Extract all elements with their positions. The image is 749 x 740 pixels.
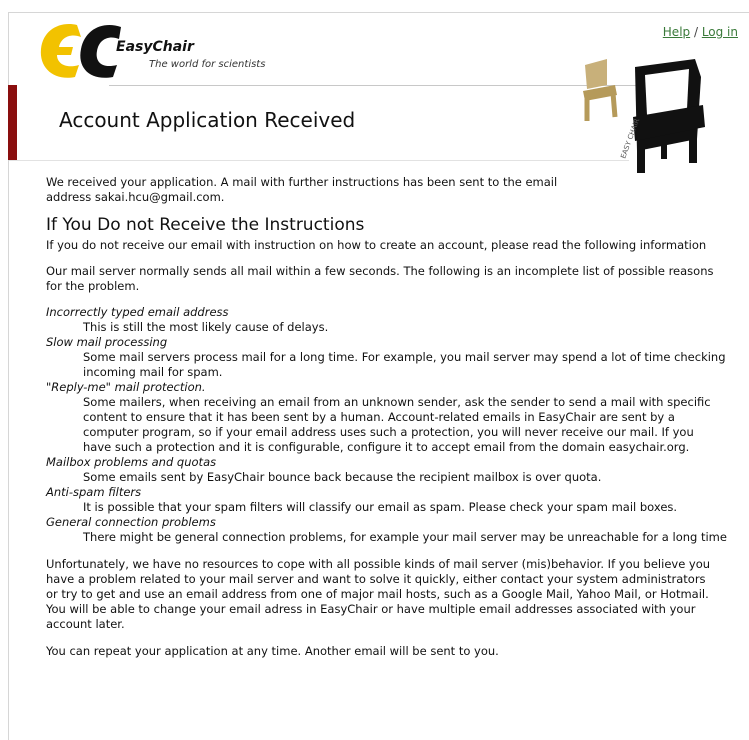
intro-line: We received your application. A mail wit… bbox=[46, 175, 558, 189]
reason-description: content to ensure that it has been sent … bbox=[83, 410, 675, 424]
paragraph-line: You will be able to change your email ad… bbox=[46, 602, 696, 616]
server-line: Our mail server normally sends all mail … bbox=[46, 264, 714, 278]
top-links: Help / Log in bbox=[663, 25, 738, 39]
reason-term: General connection problems bbox=[46, 515, 216, 529]
reason-description: incoming mail for spam. bbox=[83, 365, 223, 379]
large-chair-icon bbox=[633, 59, 705, 173]
reason-term: "Reply-me" mail protection. bbox=[46, 380, 206, 394]
section-heading: If You Do not Receive the Instructions bbox=[46, 215, 365, 235]
reason-description: It is possible that your spam filters wi… bbox=[83, 500, 678, 514]
reasons-list: Incorrectly typed email address This is … bbox=[46, 305, 749, 545]
reason-description: There might be general connection proble… bbox=[83, 530, 727, 544]
intro-line: address sakai.hcu@gmail.com. bbox=[46, 190, 225, 204]
reason-term: Slow mail processing bbox=[46, 335, 168, 349]
logo-black-c bbox=[80, 25, 121, 78]
main-content: We received your application. A mail wit… bbox=[46, 175, 749, 659]
title-accent-bar bbox=[8, 85, 17, 160]
link-separator: / bbox=[690, 25, 702, 39]
reason-description: This is still the most likely cause of d… bbox=[83, 320, 329, 334]
unfortunately-paragraph: Unfortunately, we have no resources to c… bbox=[46, 557, 749, 632]
section-intro: If you do not receive our email with ins… bbox=[46, 238, 707, 252]
reason-description: Some mail servers process mail for a lon… bbox=[83, 350, 726, 364]
paragraph-line: account later. bbox=[46, 617, 125, 631]
reason-description: have such a protection and it is configu… bbox=[83, 440, 690, 454]
paragraph-line: Unfortunately, we have no resources to c… bbox=[46, 557, 711, 571]
brand-tagline: The world for scientists bbox=[149, 59, 266, 70]
reason-term: Anti-spam filters bbox=[46, 485, 142, 499]
page-frame: EasyChair The world for scientists Help … bbox=[8, 12, 749, 740]
reason-term: Incorrectly typed email address bbox=[46, 305, 229, 319]
paragraph-line: or try to get and use an email address f… bbox=[46, 587, 709, 601]
small-chair-icon bbox=[583, 59, 618, 121]
logo-yellow-e bbox=[40, 24, 81, 78]
login-link[interactable]: Log in bbox=[702, 25, 738, 39]
title-band: Account Application Received bbox=[8, 85, 629, 161]
reason-term: Mailbox problems and quotas bbox=[46, 455, 217, 469]
reason-description: computer program, so if your email addre… bbox=[83, 425, 694, 439]
brand-name: EasyChair bbox=[116, 39, 194, 55]
help-link[interactable]: Help bbox=[663, 25, 690, 39]
server-paragraph: Our mail server normally sends all mail … bbox=[46, 264, 749, 294]
reason-description: Some mailers, when receiving an email fr… bbox=[83, 395, 711, 409]
server-line: for the problem. bbox=[46, 279, 140, 293]
page-title: Account Application Received bbox=[59, 108, 356, 132]
reason-description: Some emails sent by EasyChair bounce bac… bbox=[83, 470, 602, 484]
paragraph-line: have a problem related to your mail serv… bbox=[46, 572, 706, 586]
intro-paragraph: We received your application. A mail wit… bbox=[46, 175, 749, 205]
chair-illustration: EASY CHAIR bbox=[583, 59, 705, 173]
repeat-paragraph: You can repeat your application at any t… bbox=[46, 644, 499, 658]
